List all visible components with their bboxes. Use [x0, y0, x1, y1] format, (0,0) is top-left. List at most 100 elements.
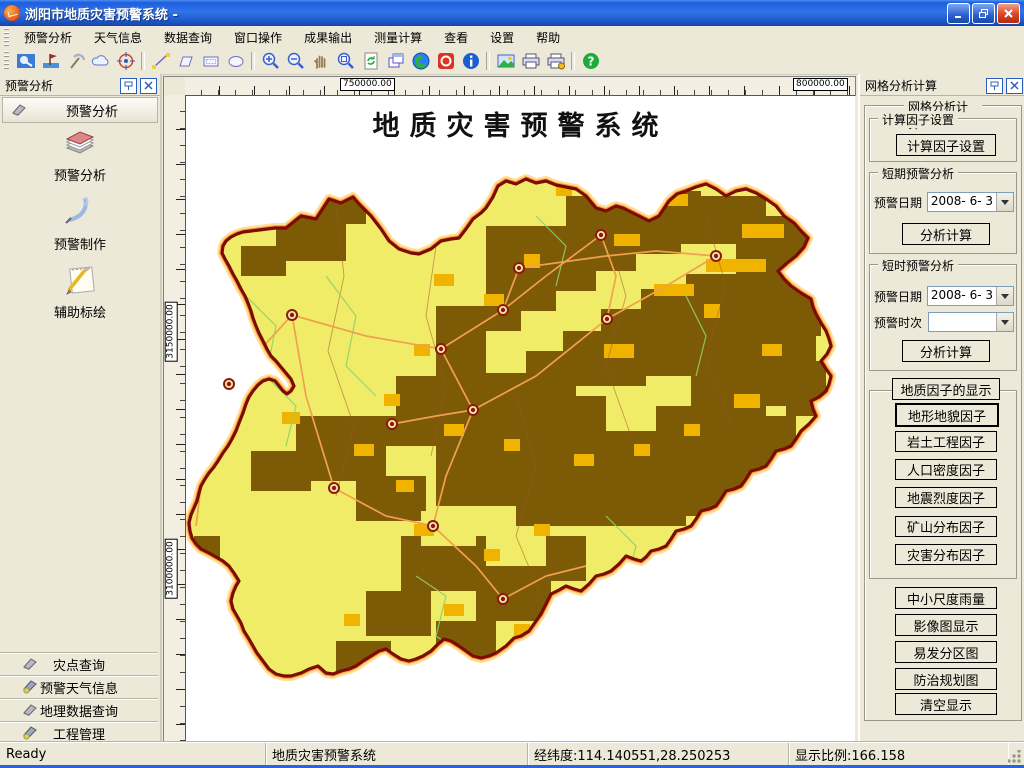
county-map[interactable]	[186, 96, 855, 742]
factor-seismic-button[interactable]: 地震烈度因子	[895, 487, 997, 508]
restore-button[interactable]	[972, 3, 995, 24]
chevron-down-icon[interactable]	[996, 287, 1013, 305]
panel-bar-project-manage[interactable]: 工程管理	[0, 721, 158, 744]
warning-date-value: 2008- 6- 3	[928, 193, 996, 211]
image-display-button[interactable]: 影像图显示	[895, 614, 997, 636]
menu-weather-info[interactable]: 天气信息	[83, 27, 153, 48]
title-bar: 浏阳市地质灾害预警系统 -	[0, 0, 1024, 26]
cascade-icon[interactable]	[384, 50, 407, 72]
pick-icon[interactable]	[64, 50, 87, 72]
pin-icon[interactable]	[120, 78, 137, 94]
chevron-down-icon[interactable]	[996, 313, 1013, 331]
globe-icon[interactable]	[409, 50, 432, 72]
panel-bar-warning-weather[interactable]: 预警天气信息	[0, 675, 158, 698]
left-group-header[interactable]: 预警分析	[2, 97, 158, 123]
print-icon[interactable]	[519, 50, 542, 72]
factor-terrain-button[interactable]: 地形地貌因子	[895, 403, 999, 427]
map-title: 地质灾害预警系统	[186, 104, 855, 143]
toolbar-grip[interactable]	[4, 51, 9, 72]
menu-window-ops[interactable]: 窗口操作	[223, 27, 293, 48]
chevron-down-icon[interactable]	[996, 193, 1013, 211]
pan-hand-icon[interactable]	[309, 50, 332, 72]
application-window: 浏阳市地质灾害预警系统 - 预警分析 天气信息 数据查询 窗口操作 成果输出 测…	[0, 0, 1024, 768]
menu-warning-analysis[interactable]: 预警分析	[13, 27, 83, 48]
tool-warning-produce[interactable]: 预警制作	[0, 193, 160, 253]
warning-date-combo2[interactable]: 2008- 6- 3	[927, 286, 1014, 306]
tool-warning-analysis[interactable]: 预警分析	[0, 124, 160, 184]
panel-bar-disaster-query[interactable]: 灾点查询	[0, 652, 158, 675]
short-term-legend: 短期预警分析	[878, 165, 958, 182]
prevention-plan-button[interactable]: 防治规划图	[895, 668, 997, 690]
menu-grip[interactable]	[4, 28, 9, 46]
warning-date-row: 预警日期 2008- 6- 3	[874, 192, 1014, 212]
left-panel-header: 预警分析	[0, 76, 160, 96]
left-group-label: 预警分析	[27, 101, 157, 120]
ruler-y-label: 3150000.00	[165, 301, 178, 361]
tool-label: 预警分析	[0, 165, 160, 184]
ruler-y-label: 3100000.00	[165, 538, 178, 598]
image-icon[interactable]	[494, 50, 517, 72]
menu-view[interactable]: 查看	[433, 27, 479, 48]
satellite-icon[interactable]	[14, 50, 37, 72]
status-scale: 显示比例:166.158	[789, 743, 1008, 766]
menu-bar: 预警分析 天气信息 数据查询 窗口操作 成果输出 测量计算 查看 设置 帮助	[0, 26, 1024, 49]
info-icon[interactable]	[459, 50, 482, 72]
warning-date-value2: 2008- 6- 3	[928, 287, 996, 305]
zoom-window-icon[interactable]	[334, 50, 357, 72]
ellipse-tool-icon[interactable]	[224, 50, 247, 72]
line-tool-icon[interactable]	[149, 50, 172, 72]
resize-grip[interactable]	[1008, 750, 1022, 764]
tool-label: 辅助标绘	[0, 302, 160, 321]
menu-measure-calc[interactable]: 测量计算	[363, 27, 433, 48]
factor-display-button[interactable]: 地质因子的显示	[892, 378, 1000, 400]
analyze-button-short-term[interactable]: 分析计算	[902, 223, 990, 245]
left-panel: 预警分析 预警分析 预警分析 预警制作 辅助标绘 灾点查询 预警天气信息	[0, 74, 162, 742]
factor-geotech-button[interactable]: 岩土工程因子	[895, 431, 997, 452]
tool-label: 预警制作	[0, 234, 160, 253]
warning-time-combo[interactable]	[928, 312, 1014, 332]
susceptibility-map-button[interactable]: 易发分区图	[895, 641, 997, 663]
right-panel-header: 网格分析计算	[860, 76, 1024, 96]
polygon-tool-icon[interactable]	[174, 50, 197, 72]
window-title: 浏阳市地质灾害预警系统 -	[25, 4, 947, 23]
close-panel-icon[interactable]	[140, 78, 157, 94]
factor-disaster-button[interactable]: 灾害分布因子	[895, 544, 997, 565]
warning-time-value	[929, 313, 996, 331]
close-panel-icon[interactable]	[1006, 78, 1023, 94]
warning-date-combo[interactable]: 2008- 6- 3	[927, 192, 1014, 212]
map-canvas[interactable]: 地质灾害预警系统	[185, 95, 855, 742]
close-button[interactable]	[997, 3, 1020, 24]
notepad-pencil-icon	[61, 261, 99, 295]
tool-wedge-icon	[22, 655, 38, 674]
factor-population-button[interactable]: 人口密度因子	[895, 459, 997, 480]
factor-setting-button[interactable]: 计算因子设置	[896, 134, 996, 156]
menu-data-query[interactable]: 数据查询	[153, 27, 223, 48]
toolbar: ?	[0, 48, 1024, 75]
tool-auxiliary-plot[interactable]: 辅助标绘	[0, 261, 160, 321]
help-icon[interactable]: ?	[579, 50, 602, 72]
pen-icon	[61, 193, 99, 227]
analyze-button-short-time[interactable]: 分析计算	[902, 340, 990, 362]
rainfall-button[interactable]: 中小尺度雨量	[895, 587, 997, 609]
survey-flag-icon[interactable]	[39, 50, 62, 72]
tool-wedge-yellow-icon	[22, 678, 38, 697]
ruler-x-label: 800000.00	[793, 78, 848, 91]
pin-icon[interactable]	[986, 78, 1003, 94]
rectangle-tool-icon[interactable]	[199, 50, 222, 72]
status-coordinates: 经纬度:114.140551,28.250253	[528, 743, 789, 766]
refresh-icon[interactable]	[359, 50, 382, 72]
warning-time-label: 预警时次	[874, 314, 928, 331]
factor-mine-button[interactable]: 矿山分布因子	[895, 516, 997, 537]
zoom-out-icon[interactable]	[284, 50, 307, 72]
minimize-button[interactable]	[947, 3, 970, 24]
menu-result-output[interactable]: 成果输出	[293, 27, 363, 48]
stop-icon[interactable]	[434, 50, 457, 72]
cloud-icon[interactable]	[89, 50, 112, 72]
panel-bar-geo-data-query[interactable]: 地理数据查询	[0, 698, 158, 721]
zoom-in-icon[interactable]	[259, 50, 282, 72]
print-setup-icon[interactable]	[544, 50, 567, 72]
menu-settings[interactable]: 设置	[479, 27, 525, 48]
clear-display-button[interactable]: 清空显示	[895, 693, 997, 715]
target-icon[interactable]	[114, 50, 137, 72]
menu-help[interactable]: 帮助	[525, 27, 571, 48]
